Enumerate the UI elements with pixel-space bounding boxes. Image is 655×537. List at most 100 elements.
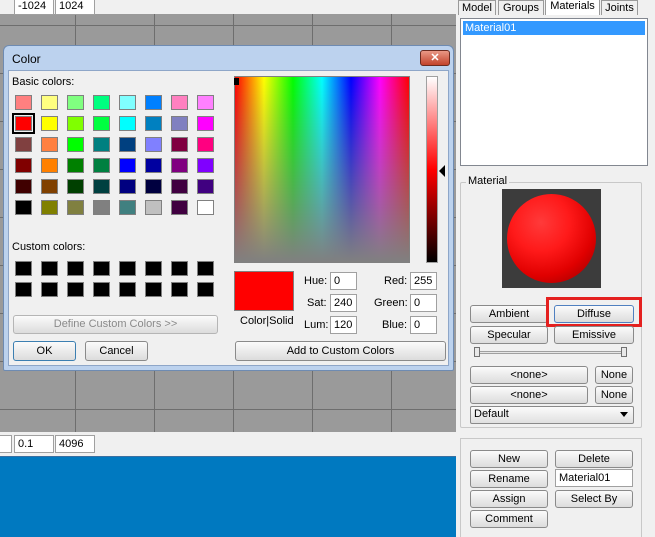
material-list-item[interactable]: Material01: [463, 21, 645, 35]
basic-color-swatch[interactable]: [93, 95, 110, 110]
custom-color-swatch[interactable]: [145, 261, 162, 276]
basic-color-swatch[interactable]: [197, 158, 214, 173]
basic-color-swatch[interactable]: [15, 200, 32, 215]
basic-color-swatch[interactable]: [93, 200, 110, 215]
basic-color-swatch[interactable]: [15, 95, 32, 110]
basic-color-swatch[interactable]: [41, 200, 58, 215]
custom-color-swatch[interactable]: [197, 282, 214, 297]
basic-color-swatch[interactable]: [145, 200, 162, 215]
custom-color-swatch[interactable]: [145, 282, 162, 297]
delete-button[interactable]: Delete: [555, 450, 633, 468]
assign-button[interactable]: Assign: [470, 490, 548, 508]
basic-color-swatch[interactable]: [15, 137, 32, 152]
basic-color-swatch[interactable]: [197, 95, 214, 110]
rename-button[interactable]: Rename: [470, 470, 548, 488]
custom-color-swatch[interactable]: [15, 261, 32, 276]
basic-color-swatch[interactable]: [93, 116, 110, 131]
sat-field[interactable]: 240: [330, 294, 357, 312]
tab-joints[interactable]: Joints: [601, 0, 638, 15]
basic-color-swatch[interactable]: [197, 116, 214, 131]
slider-thumb-left[interactable]: [474, 347, 480, 357]
basic-color-swatch[interactable]: [93, 158, 110, 173]
basic-color-swatch[interactable]: [41, 158, 58, 173]
define-custom-colors-button[interactable]: Define Custom Colors >>: [13, 315, 218, 334]
custom-color-swatch[interactable]: [119, 261, 136, 276]
custom-color-swatch[interactable]: [15, 282, 32, 297]
basic-color-swatch[interactable]: [197, 179, 214, 194]
range-max-field[interactable]: 1024: [55, 0, 95, 15]
tab-model[interactable]: Model: [458, 0, 496, 15]
basic-color-swatch[interactable]: [119, 158, 136, 173]
texture1-none-button[interactable]: None: [595, 366, 633, 384]
specular-button[interactable]: Specular: [470, 326, 548, 344]
basic-color-swatch[interactable]: [15, 179, 32, 194]
texture2-none-button[interactable]: None: [595, 386, 633, 404]
basic-color-swatch[interactable]: [67, 137, 84, 152]
basic-color-swatch[interactable]: [171, 200, 188, 215]
basic-color-swatch[interactable]: [119, 95, 136, 110]
basic-color-swatch[interactable]: [145, 116, 162, 131]
basic-color-swatch[interactable]: [41, 95, 58, 110]
ok-button[interactable]: OK: [13, 341, 76, 361]
red-field[interactable]: 255: [410, 272, 437, 290]
luminance-bar[interactable]: [426, 76, 438, 263]
basic-color-swatch[interactable]: [41, 137, 58, 152]
emissive-button[interactable]: Emissive: [554, 326, 634, 344]
range-min-field[interactable]: -1024: [14, 0, 54, 15]
shininess-slider[interactable]: [474, 347, 630, 362]
basic-color-swatch[interactable]: [15, 158, 32, 173]
basic-color-swatch[interactable]: [93, 179, 110, 194]
custom-color-swatch[interactable]: [41, 261, 58, 276]
basic-color-swatch[interactable]: [171, 179, 188, 194]
basic-color-swatch[interactable]: [67, 116, 84, 131]
texture2-button[interactable]: <none>: [470, 386, 588, 404]
hue-field[interactable]: 0: [330, 272, 357, 290]
tab-groups[interactable]: Groups: [498, 0, 544, 15]
left-edge-field[interactable]: [0, 435, 12, 453]
basic-color-swatch[interactable]: [145, 95, 162, 110]
basic-color-swatch[interactable]: [41, 116, 58, 131]
basic-color-swatch[interactable]: [119, 116, 136, 131]
luminance-arrow-icon[interactable]: [439, 165, 445, 177]
custom-color-swatch[interactable]: [197, 261, 214, 276]
basic-color-swatch[interactable]: [119, 137, 136, 152]
step-field[interactable]: 0.1: [14, 435, 54, 453]
custom-color-swatch[interactable]: [171, 282, 188, 297]
basic-color-swatch[interactable]: [12, 113, 35, 134]
size-field[interactable]: 4096: [55, 435, 95, 453]
lum-field[interactable]: 120: [330, 316, 357, 334]
material-list[interactable]: Material01: [460, 18, 648, 166]
basic-color-swatch[interactable]: [145, 137, 162, 152]
basic-color-swatch[interactable]: [171, 158, 188, 173]
basic-color-swatch[interactable]: [145, 179, 162, 194]
custom-color-swatch[interactable]: [41, 282, 58, 297]
add-to-custom-colors-button[interactable]: Add to Custom Colors: [235, 341, 446, 361]
blue-field[interactable]: 0: [410, 316, 437, 334]
basic-color-swatch[interactable]: [93, 137, 110, 152]
basic-color-swatch[interactable]: [67, 158, 84, 173]
color-spectrum[interactable]: [234, 76, 410, 263]
ambient-button[interactable]: Ambient: [470, 305, 548, 323]
basic-color-swatch[interactable]: [197, 137, 214, 152]
basic-color-swatch[interactable]: [41, 179, 58, 194]
dialog-close-button[interactable]: ✕: [420, 50, 450, 66]
basic-color-swatch[interactable]: [67, 179, 84, 194]
blue-viewport[interactable]: [0, 456, 456, 537]
basic-color-swatch[interactable]: [197, 200, 214, 215]
new-button[interactable]: New: [470, 450, 548, 468]
texture1-button[interactable]: <none>: [470, 366, 588, 384]
custom-color-swatch[interactable]: [119, 282, 136, 297]
basic-color-swatch[interactable]: [119, 179, 136, 194]
custom-color-swatch[interactable]: [171, 261, 188, 276]
green-field[interactable]: 0: [410, 294, 437, 312]
basic-color-swatch[interactable]: [171, 137, 188, 152]
custom-color-swatch[interactable]: [93, 282, 110, 297]
basic-color-swatch[interactable]: [171, 116, 188, 131]
basic-color-swatch[interactable]: [145, 158, 162, 173]
tab-materials[interactable]: Materials: [545, 0, 600, 15]
custom-color-swatch[interactable]: [93, 261, 110, 276]
custom-color-swatch[interactable]: [67, 261, 84, 276]
basic-color-swatch[interactable]: [119, 200, 136, 215]
basic-color-swatch[interactable]: [67, 95, 84, 110]
select-by-button[interactable]: Select By: [555, 490, 633, 508]
